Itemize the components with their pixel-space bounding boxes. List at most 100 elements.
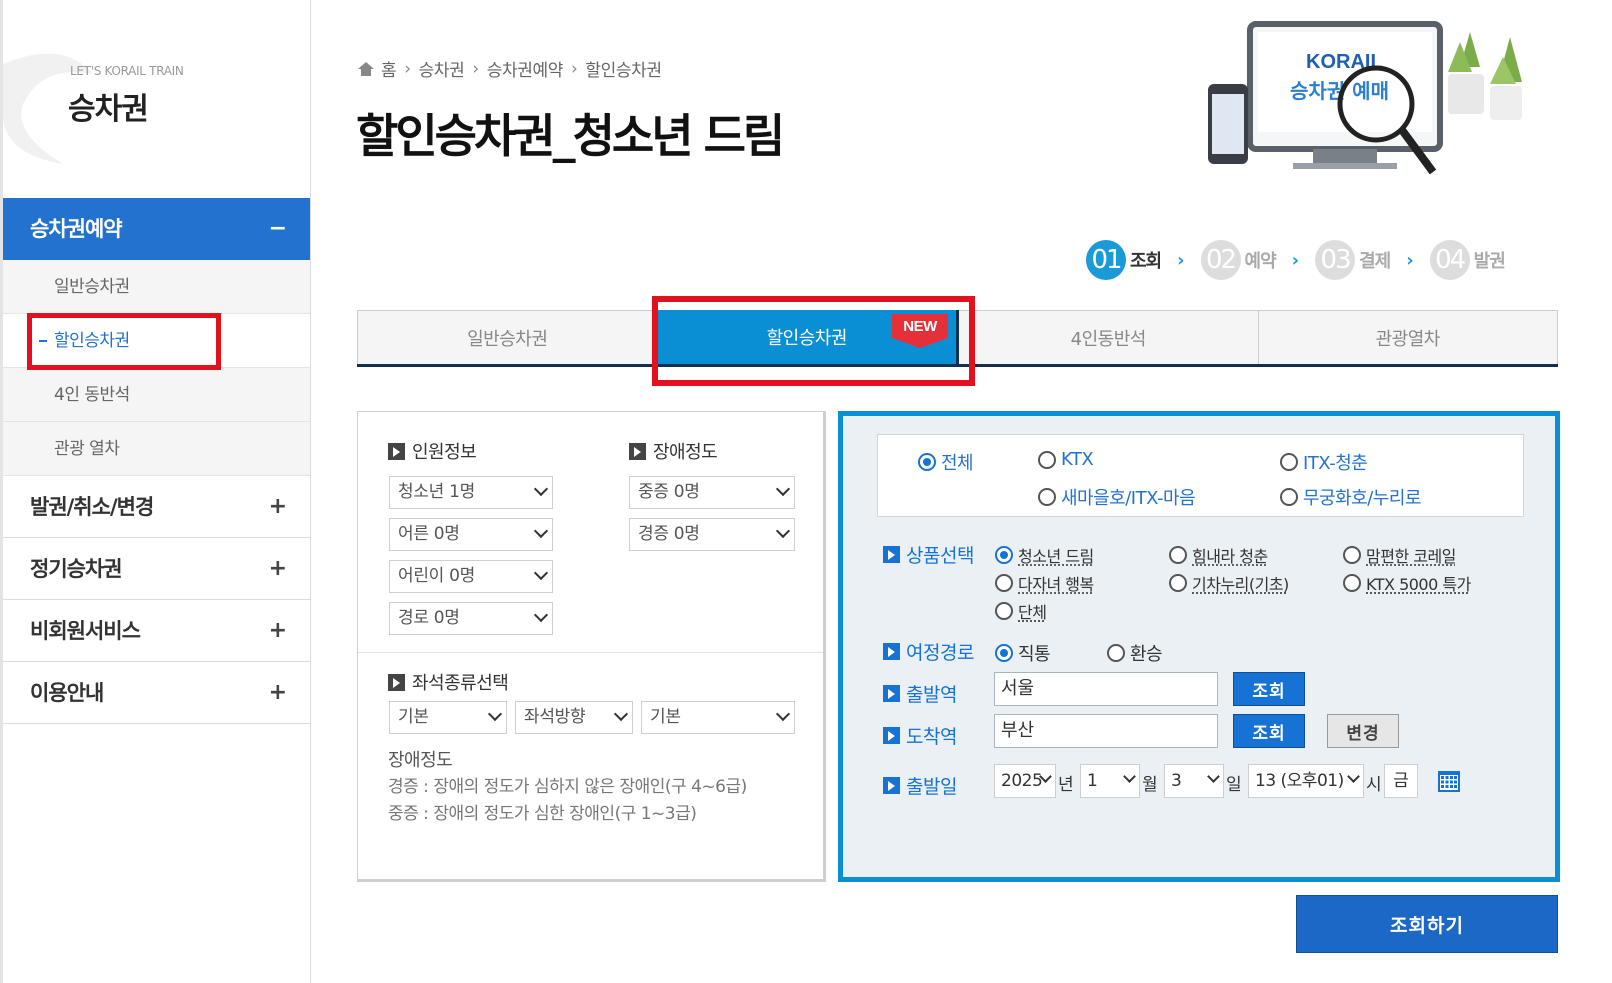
chevron-down-icon: [1123, 770, 1136, 783]
product-radio-gichanuri[interactable]: 기차누리(기초): [1169, 571, 1289, 595]
year-select[interactable]: 2025: [994, 764, 1056, 798]
brand-title: 승차권: [68, 92, 149, 127]
arrow-box-icon: [883, 777, 900, 794]
menu-season-ticket[interactable]: 정기승차권 +: [3, 538, 310, 600]
product-radio-comfort-korail[interactable]: 맘편한 코레일: [1343, 543, 1456, 567]
product-label: 상품선택: [883, 541, 974, 568]
chevron-down-icon: [533, 481, 549, 497]
product-radio-group[interactable]: 단체: [995, 599, 1047, 623]
menu-label: 정기승차권: [30, 557, 123, 581]
arrival-label: 도착역: [883, 722, 957, 749]
seat-type-heading: 좌석종류선택: [388, 669, 509, 695]
route-radio-transfer[interactable]: 환승: [1107, 640, 1163, 666]
youth-count-select[interactable]: 청소년 1명: [389, 476, 553, 509]
radio-label: 기차누리(기초): [1192, 575, 1289, 594]
step-lookup: 01 조회 ›: [1086, 240, 1185, 280]
hour-select[interactable]: 13 (오후01): [1248, 764, 1364, 798]
breadcrumb-item[interactable]: 홈: [381, 56, 397, 81]
departure-lookup-button[interactable]: 조회: [1233, 672, 1305, 706]
brand-subtitle: LET'S KORAIL TRAIN: [70, 64, 184, 78]
chevron-down-icon: [533, 565, 549, 581]
step-label: 결제: [1359, 251, 1391, 272]
menu-guide[interactable]: 이용안내 +: [3, 662, 310, 724]
radio-label: 단체: [1018, 603, 1047, 622]
chevron-right-icon: ›: [1291, 249, 1300, 271]
radio-label: ITX-청춘: [1303, 453, 1368, 474]
chevron-right-icon: ›: [472, 58, 479, 79]
radio-icon: [995, 602, 1013, 620]
passenger-panel: 인원정보 장애정도 청소년 1명 어른 0명 어린이 0명 경로 0명 중증 0…: [357, 411, 826, 882]
tab-general-ticket[interactable]: 일반승차권: [357, 310, 658, 364]
disability-heading: 장애정도: [629, 438, 718, 464]
label-text: 도착역: [906, 726, 957, 748]
sub-item-family-seat[interactable]: 4인 동반석: [3, 368, 310, 422]
sub-item-tour-train[interactable]: 관광 열차: [3, 422, 310, 476]
departure-station-input[interactable]: 서울: [994, 672, 1218, 706]
menu-nonmember[interactable]: 비회원서비스 +: [3, 600, 310, 662]
search-train-button[interactable]: 조회하기: [1296, 895, 1558, 953]
menu-issue-cancel[interactable]: 발권/취소/변경 +: [3, 476, 310, 538]
day-unit: 일: [1226, 775, 1242, 795]
arrival-station-input[interactable]: 부산: [994, 714, 1218, 748]
chevron-down-icon: [533, 523, 549, 539]
child-count-select[interactable]: 어린이 0명: [389, 560, 553, 593]
radio-label: 다자녀 행복: [1018, 575, 1094, 594]
sub-item-label: 관광 열차: [54, 439, 120, 459]
month-select[interactable]: 1: [1080, 764, 1140, 798]
train-radio-mugunghwa[interactable]: 무궁화호/누리로: [1280, 484, 1421, 510]
seat-direction-select[interactable]: 좌석방향: [515, 701, 633, 734]
chevron-down-icon: [613, 706, 629, 722]
calendar-icon[interactable]: [1437, 769, 1461, 793]
train-radio-ktx[interactable]: KTX: [1038, 449, 1094, 470]
product-radio-cheer-up-youth[interactable]: 힘내라 청춘: [1169, 543, 1268, 567]
arrow-box-icon: [883, 727, 900, 744]
home-icon[interactable]: [357, 61, 375, 77]
product-radio-youth-dream[interactable]: 청소년 드림: [995, 543, 1094, 567]
route-radio-direct[interactable]: 직통: [995, 640, 1051, 666]
tab-family-seat[interactable]: 4인동반석: [959, 310, 1259, 364]
radio-label: KTX 5000 특가: [1366, 575, 1471, 594]
product-radio-ktx-5000[interactable]: KTX 5000 특가: [1343, 571, 1471, 595]
product-radio-multi-child[interactable]: 다자녀 행복: [995, 571, 1094, 595]
senior-count-select[interactable]: 경로 0명: [389, 602, 553, 635]
heading-label: 좌석종류선택: [412, 673, 509, 694]
step-payment: 03 결제 ›: [1315, 240, 1414, 280]
menu-ticket-reservation[interactable]: 승차권예약 −: [3, 198, 310, 260]
chevron-right-icon: ›: [1406, 249, 1414, 271]
breadcrumb-item[interactable]: 승차권: [419, 56, 465, 81]
swap-stations-button[interactable]: 변경: [1327, 714, 1399, 748]
expand-icon: +: [268, 556, 287, 581]
select-value: 좌석방향: [524, 707, 586, 727]
radio-icon: [1280, 453, 1298, 471]
radio-icon: [1038, 450, 1056, 469]
radio-icon: [1038, 488, 1056, 506]
chevron-down-icon: [775, 481, 791, 497]
day-select[interactable]: 3: [1164, 764, 1224, 798]
train-radio-all[interactable]: 전체: [918, 449, 974, 475]
breadcrumb-item[interactable]: 승차권예약: [487, 56, 564, 81]
train-radio-itx-cheongchun[interactable]: ITX-청춘: [1280, 449, 1368, 475]
select-value: 어른 0명: [398, 524, 460, 544]
seat-position-select[interactable]: 기본: [641, 701, 795, 734]
sub-item-general-ticket[interactable]: 일반승차권: [3, 260, 310, 314]
chevron-down-icon: [1347, 770, 1360, 783]
chevron-right-icon: ›: [1177, 249, 1185, 271]
arrow-box-icon: [388, 442, 405, 460]
route-label: 여정경로: [883, 638, 974, 665]
highlight-box-tab: [652, 296, 975, 386]
tab-tour-train[interactable]: 관광열차: [1258, 310, 1558, 364]
chevron-down-icon: [487, 706, 503, 722]
severe-disability-select[interactable]: 중증 0명: [629, 476, 795, 509]
seat-type-select[interactable]: 기본: [389, 701, 507, 734]
menu-label: 발권/취소/변경: [30, 495, 154, 519]
adult-count-select[interactable]: 어른 0명: [389, 518, 553, 551]
arrival-lookup-button[interactable]: 조회: [1233, 714, 1305, 748]
radio-label: 전체: [941, 453, 974, 474]
train-radio-saemaeul[interactable]: 새마을호/ITX-마음: [1038, 484, 1196, 510]
highlight-box-sidebar: [27, 313, 221, 370]
breadcrumb-item[interactable]: 할인승차권: [585, 56, 662, 81]
search-panel: 전체 KTX ITX-청춘 새마을호/ITX-마음 무궁화호/누리로 상품선택 …: [838, 411, 1560, 882]
radio-icon: [1343, 546, 1361, 564]
mild-disability-select[interactable]: 경증 0명: [629, 518, 795, 551]
select-value: 중증 0명: [638, 482, 700, 502]
